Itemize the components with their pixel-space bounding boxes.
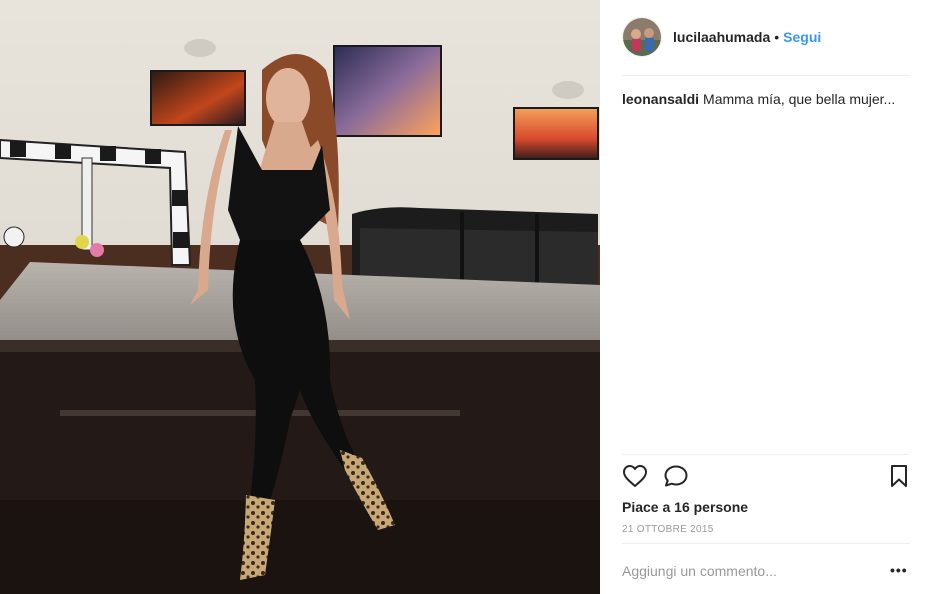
avatar-image xyxy=(623,18,661,56)
photo-illustration xyxy=(0,0,600,594)
comment-divider xyxy=(622,543,910,544)
follow-button[interactable]: Segui xyxy=(783,29,821,45)
comment-item: leonansaldi Mamma mía, que bella mujer... xyxy=(622,90,910,108)
post-header: lucilaahumada • Segui xyxy=(622,15,910,59)
post-details-panel: lucilaahumada • Segui leonansaldi Mamma m… xyxy=(600,0,932,594)
comment-username[interactable]: leonansaldi xyxy=(622,91,699,107)
comment-text: Mamma mía, que bella mujer... xyxy=(703,91,896,107)
actions-divider xyxy=(622,454,910,455)
more-options-button[interactable]: ••• xyxy=(890,562,908,578)
header-divider xyxy=(622,75,910,76)
likes-count[interactable]: Piace a 16 persone xyxy=(622,499,748,515)
comment-icon[interactable] xyxy=(663,464,689,493)
post-username[interactable]: lucilaahumada xyxy=(673,29,770,45)
heart-icon[interactable] xyxy=(622,464,648,493)
post-photo[interactable] xyxy=(0,0,600,594)
header-separator: • xyxy=(774,29,780,45)
action-bar xyxy=(622,464,910,490)
bookmark-icon[interactable] xyxy=(889,464,909,493)
avatar[interactable] xyxy=(622,17,662,57)
add-comment-input[interactable] xyxy=(622,563,872,579)
post-date[interactable]: 21 OTTOBRE 2015 xyxy=(622,524,714,535)
